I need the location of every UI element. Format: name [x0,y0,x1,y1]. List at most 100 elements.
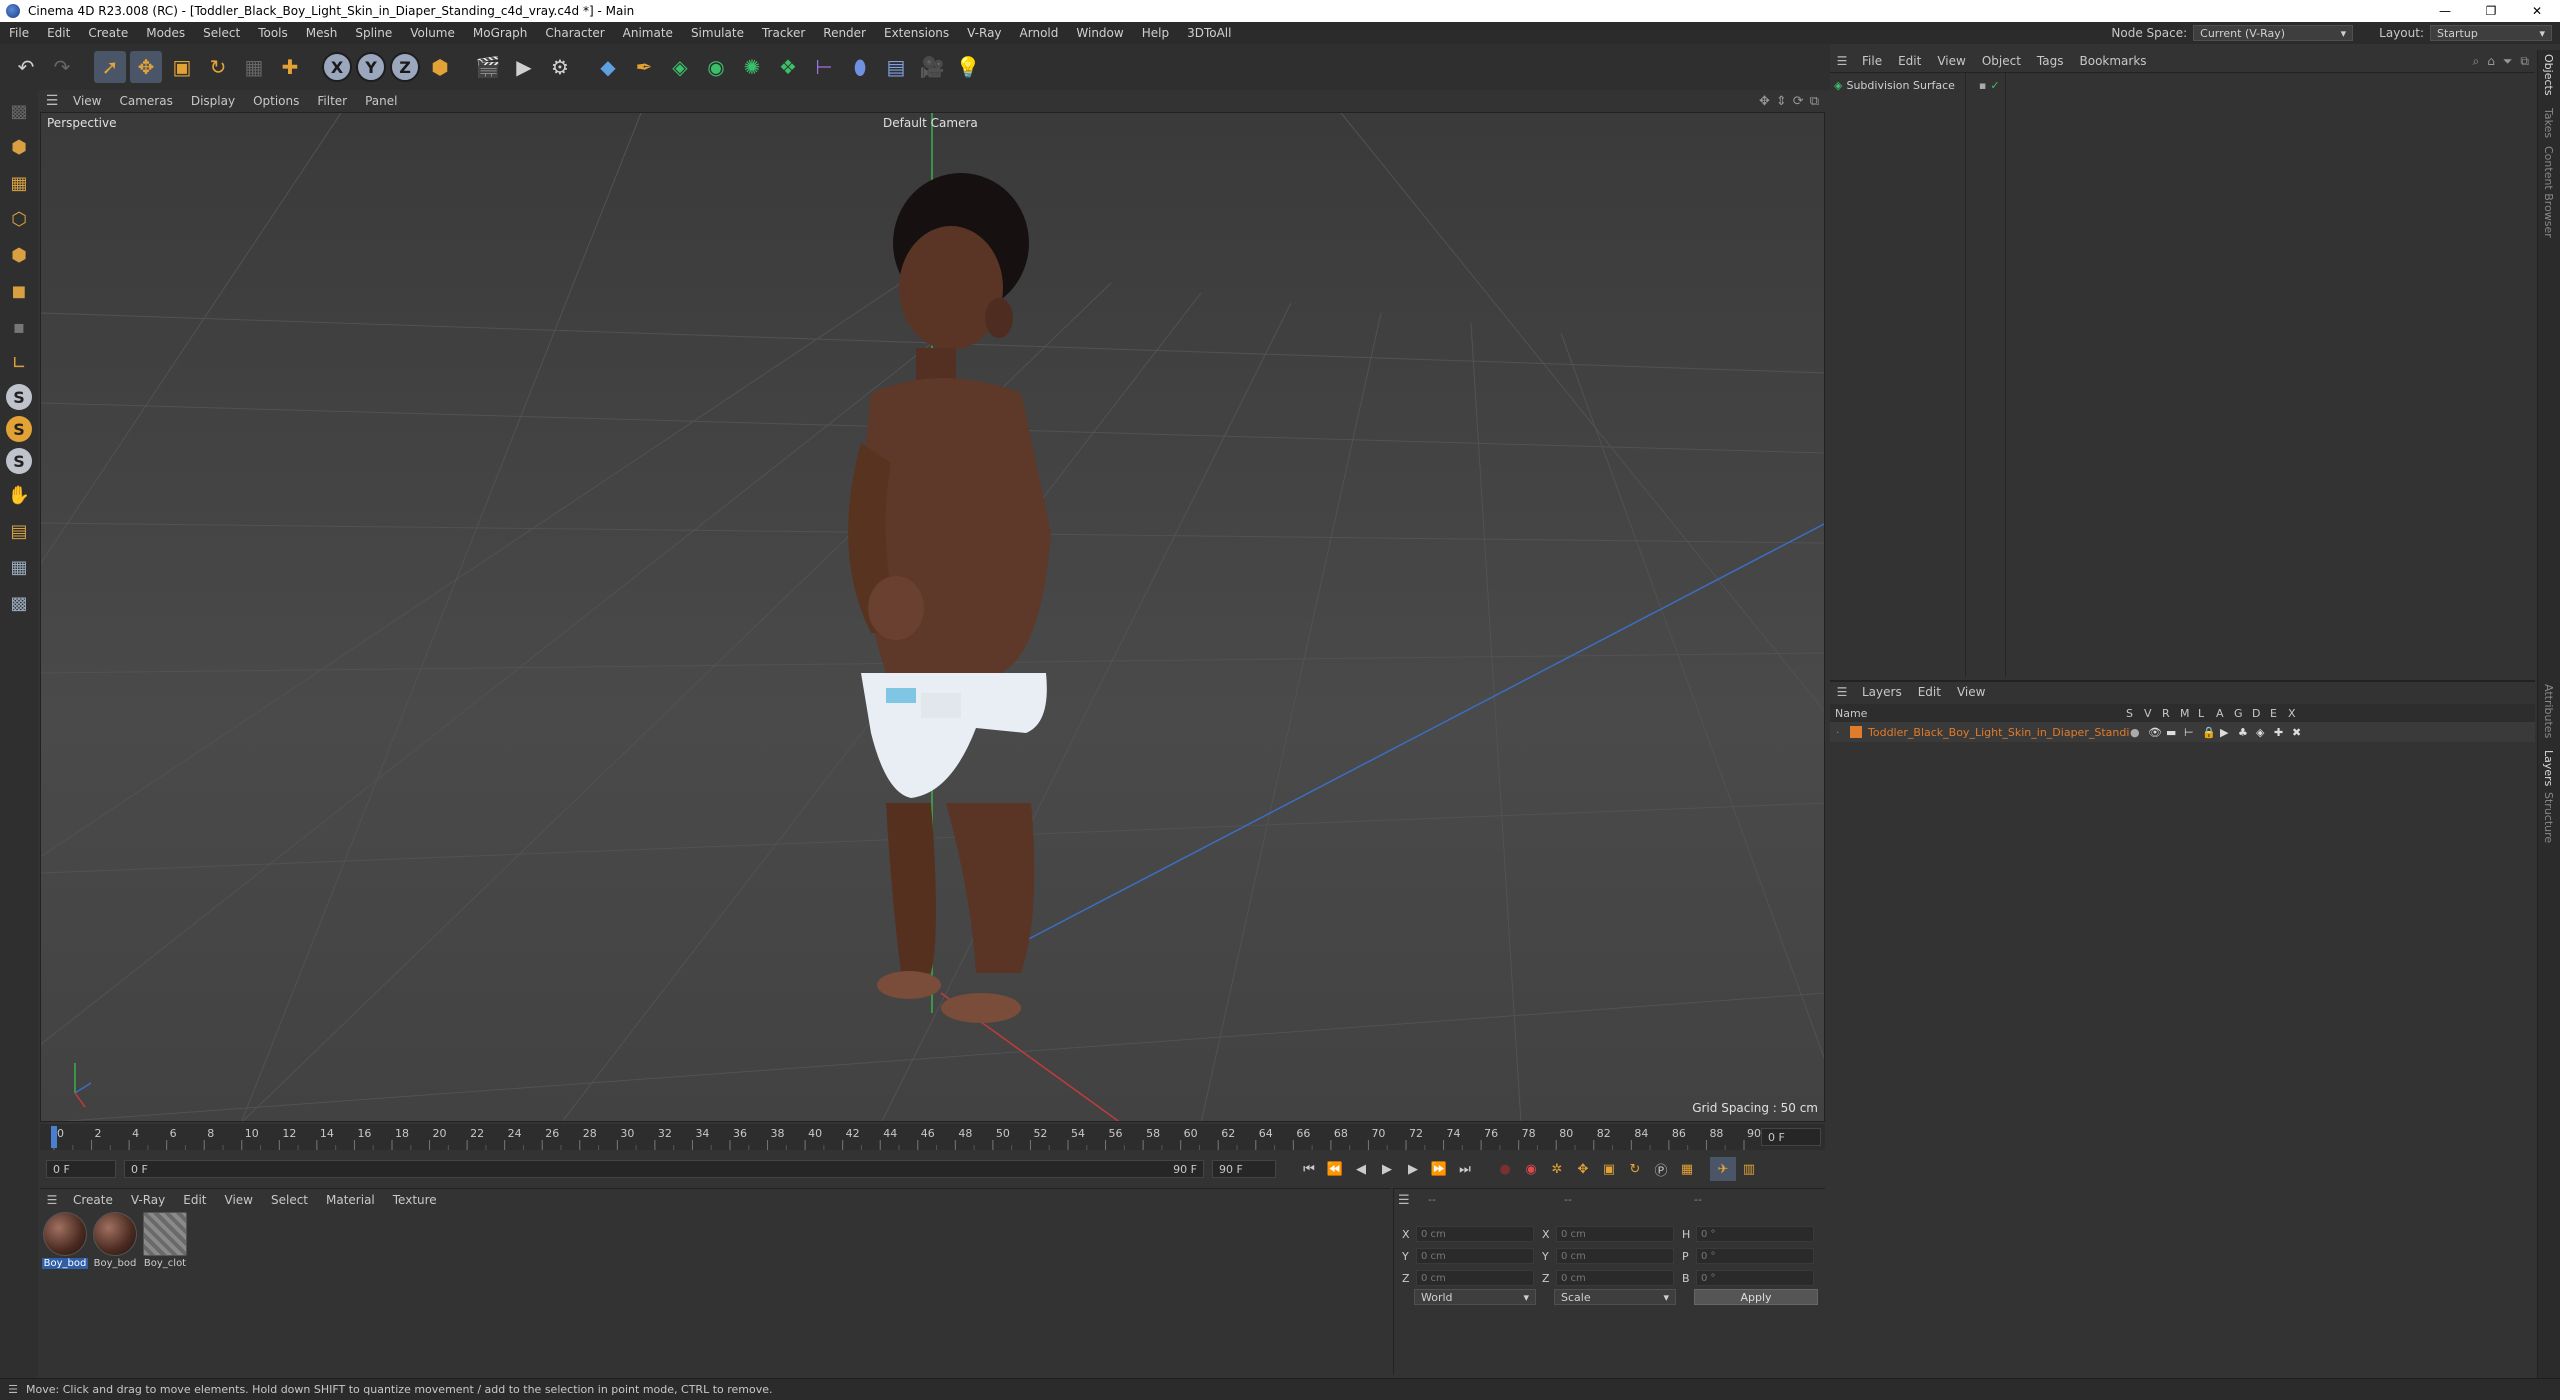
menu-extensions[interactable]: Extensions [875,26,958,40]
orbit-icon[interactable]: ⟳ [1793,94,1804,109]
select-tool-button[interactable]: ➚ [94,51,126,83]
material-item[interactable]: Boy_bod [92,1212,138,1274]
home-icon[interactable]: ⌂ [2487,54,2495,69]
end-frame-field[interactable]: 90 F [1212,1160,1276,1178]
timeline-ruler[interactable]: 0 2 4 6 8 10 12 14 16 18 20 22 24 26 28 30 32 34 36 38 40 42 4… [40,1124,1825,1150]
rotation-b-input[interactable]: 0 ° [1696,1270,1814,1286]
coordinate-system-button[interactable]: ⬢ [424,51,456,83]
add-spline-button[interactable]: ✒ [628,51,660,83]
x-axis-button[interactable]: X [322,52,352,82]
material-menu-view[interactable]: View [216,1193,262,1207]
snap-button[interactable]: S [6,384,32,410]
frame-range-slider[interactable]: 0 F 90 F [124,1160,1204,1178]
next-key-button[interactable]: ⏩ [1426,1157,1452,1181]
tab-content-browser[interactable]: Content Browser [2542,146,2555,238]
position-x-input[interactable]: 0 cm [1416,1226,1534,1242]
tab-takes[interactable]: Takes [2542,108,2555,138]
material-item[interactable]: Boy_clot [142,1212,188,1274]
uv-mode-button[interactable]: ▪ [4,312,34,342]
search-icon[interactable]: ⌕ [2472,54,2479,69]
object-menu-view[interactable]: View [1929,54,1973,68]
snap-settings-button[interactable]: S [6,416,32,442]
key-position-button[interactable]: ✥ [1570,1157,1596,1181]
position-y-input[interactable]: 0 cm [1416,1248,1534,1264]
z-axis-button[interactable]: Z [390,52,420,82]
solo-toggle-icon[interactable]: ● [2130,726,2148,739]
minimize-button[interactable]: — [2422,0,2468,22]
object-menu-file[interactable]: File [1854,54,1890,68]
pan-icon[interactable]: ✥ [1759,94,1770,109]
menu-volume[interactable]: Volume [401,26,464,40]
key-pla-button[interactable]: ▦ [1674,1157,1700,1181]
material-menu-vray[interactable]: V-Ray [122,1193,174,1207]
object-row[interactable]: ◈ Subdivision Surface ▪ ✓ [1834,77,2000,93]
3d-viewport[interactable]: Perspective Default Camera Grid Spacing … [40,112,1825,1122]
add-generator-button[interactable]: ◈ [664,51,696,83]
menu-select[interactable]: Select [194,26,249,40]
menu-tools[interactable]: Tools [249,26,297,40]
tab-objects[interactable]: Objects [2542,54,2555,96]
menu-simulate[interactable]: Simulate [682,26,753,40]
menu-help[interactable]: Help [1133,26,1178,40]
status-menu-icon[interactable]: ☰ [0,1383,26,1396]
coordinate-mode-dropdown[interactable]: World ▾ [1414,1289,1536,1305]
layers-menu-view[interactable]: View [1949,685,1993,699]
workplane-snap-button[interactable]: S [6,448,32,474]
viewport-menu-display[interactable]: Display [182,94,244,108]
render-toggle-icon[interactable]: ▬ [2166,726,2184,739]
manager-toggle-icon[interactable]: ⊢ [2184,726,2202,739]
model-mode-button[interactable]: ⬢ [4,132,34,162]
render-settings-button[interactable]: ⚙ [544,51,576,83]
add-deformer-button[interactable]: ◉ [700,51,732,83]
tab-attributes[interactable]: Attributes [2542,684,2555,738]
timeline-window-button[interactable]: ▥ [1736,1157,1762,1181]
viewport-menu-options[interactable]: Options [244,94,308,108]
maximize-view-icon[interactable]: ⧉ [1810,94,1819,109]
maximize-button[interactable]: ❐ [2468,0,2514,22]
size-z-input[interactable]: 0 cm [1556,1270,1674,1286]
layout-dropdown[interactable]: Startup ▾ [2430,25,2552,41]
current-frame-field[interactable]: 0 F [1761,1128,1821,1146]
layer-row[interactable]: · Toddler_Black_Boy_Light_Skin_in_Diaper… [1830,722,2535,742]
viewport-camera-label[interactable]: Default Camera [883,116,978,130]
key-scale-button[interactable]: ▣ [1596,1157,1622,1181]
apply-button[interactable]: Apply [1694,1289,1818,1305]
add-light-button[interactable]: 💡 [952,51,984,83]
tab-structure[interactable]: Structure [2542,792,2555,843]
make-editable-button[interactable]: ▩ [4,96,34,126]
last-tool-button[interactable]: ▦ [238,51,270,83]
go-to-end-button[interactable]: ⏭ [1452,1157,1478,1181]
node-space-dropdown[interactable]: Current (V-Ray) ▾ [2193,25,2354,41]
material-menu-icon[interactable]: ☰ [40,1193,64,1207]
add-tag-button[interactable]: ⬮ [844,51,876,83]
menu-modes[interactable]: Modes [137,26,194,40]
layers-menu-edit[interactable]: Edit [1910,685,1949,699]
menu-create[interactable]: Create [79,26,137,40]
menu-mesh[interactable]: Mesh [297,26,347,40]
rotation-h-input[interactable]: 0 ° [1696,1226,1814,1242]
expression-toggle-icon[interactable]: ✚ [2274,726,2292,739]
tab-layers[interactable]: Layers [2542,750,2555,786]
filter-icon[interactable]: ⏷ [2503,54,2513,69]
autokey-button[interactable]: ◉ [1518,1157,1544,1181]
material-menu-edit[interactable]: Edit [174,1193,215,1207]
enabled-check-icon[interactable]: ✓ [1990,79,1999,92]
add-floor-button[interactable]: ▤ [880,51,912,83]
coord-menu-icon[interactable]: ☰ [1398,1193,1410,1208]
edges-mode-button[interactable]: ⬢ [4,240,34,270]
previous-key-button[interactable]: ⏪ [1322,1157,1348,1181]
viewport-menu-view[interactable]: View [64,94,110,108]
add-field-button[interactable]: ✺ [736,51,768,83]
viewport-menu-cameras[interactable]: Cameras [110,94,181,108]
transform-tool-button[interactable]: ✚ [274,51,306,83]
go-to-start-button[interactable]: ⏮ [1296,1157,1322,1181]
next-frame-button[interactable]: ▶ [1400,1157,1426,1181]
menu-mograph[interactable]: MoGraph [464,26,537,40]
xref-toggle-icon[interactable]: ✖ [2292,726,2310,739]
texture-mode-button[interactable]: ▦ [4,168,34,198]
key-rotation-button[interactable]: ↻ [1622,1157,1648,1181]
layers-menu-icon[interactable]: ☰ [1830,685,1854,699]
visibility-toggle-icon[interactable]: ▪ [1979,79,1986,92]
motion-system-button[interactable]: ✈ [1710,1157,1736,1181]
menu-tracker[interactable]: Tracker [753,26,814,40]
